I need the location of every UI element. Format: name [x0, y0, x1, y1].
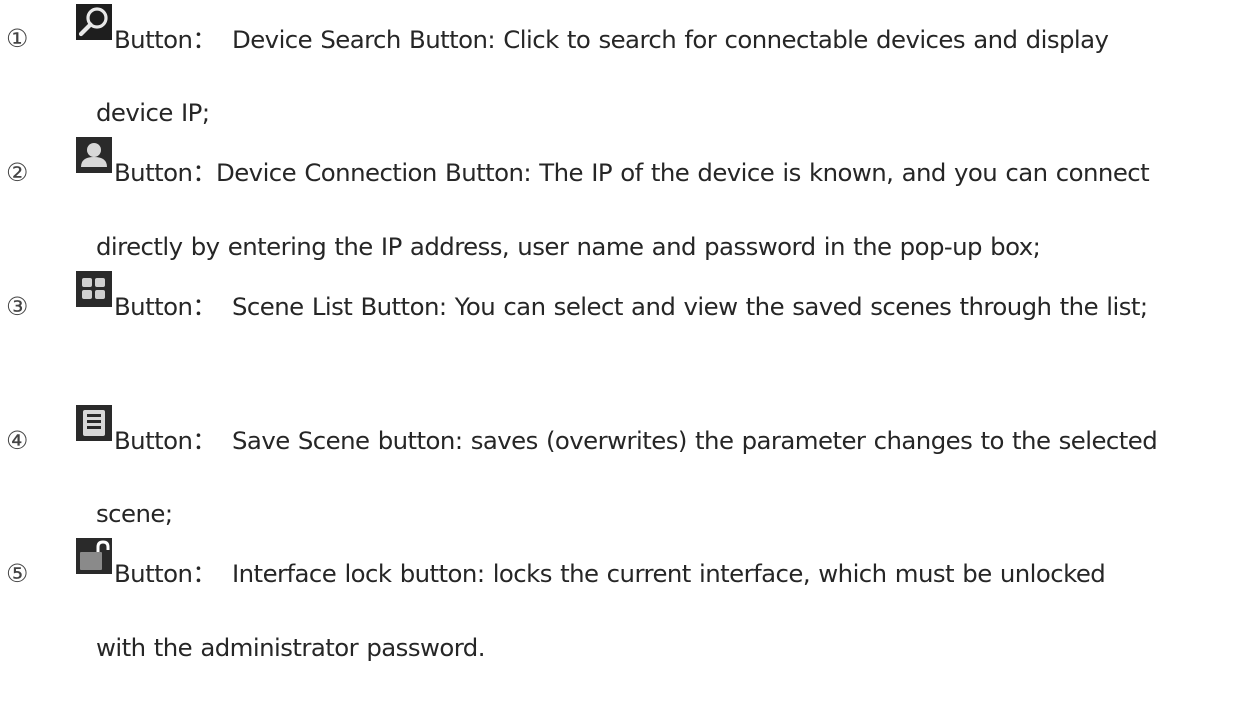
button-word: Button：: [114, 292, 217, 321]
item-description-line1: Device Search Button: Click to search fo…: [232, 25, 1109, 54]
button-word: Button：: [114, 25, 217, 54]
user-icon: [76, 137, 112, 173]
item-description-line1: Scene List Button: You can select and vi…: [232, 292, 1148, 321]
item-number: ④: [6, 426, 29, 455]
unlock-icon: [76, 538, 112, 574]
item-description-line2: with the administrator password.: [96, 633, 486, 662]
item-description-line2: scene;: [96, 499, 173, 528]
item-description-line2: device IP;: [96, 98, 210, 127]
save-icon: [76, 405, 112, 441]
item-description-line1: Interface lock button: locks the current…: [232, 559, 1106, 588]
item-description-line2: directly by entering the IP address, use…: [96, 232, 1041, 261]
document-page: ① Button： Device Search Button: Click to…: [0, 0, 1255, 704]
item-number: ⑤: [6, 559, 29, 588]
item-description-line1: Save Scene button: saves (overwrites) th…: [232, 426, 1158, 455]
item-number: ③: [6, 292, 29, 321]
item-number: ②: [6, 158, 29, 187]
grid-icon: [76, 271, 112, 307]
item-number: ①: [6, 24, 29, 53]
button-word: Button：: [114, 426, 217, 455]
item-description-line1: Device Connection Button: The IP of the …: [216, 158, 1150, 187]
button-word: Button：: [114, 158, 217, 187]
search-icon: [76, 4, 112, 40]
button-word: Button：: [114, 559, 217, 588]
